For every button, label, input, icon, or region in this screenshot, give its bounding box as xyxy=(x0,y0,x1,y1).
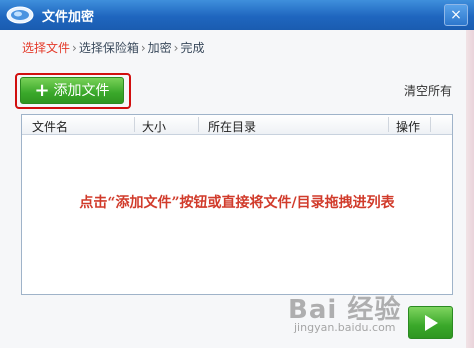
close-button[interactable]: × xyxy=(444,4,468,26)
step-separator: › xyxy=(140,41,146,55)
file-list-table[interactable]: 文件名 大小 所在目录 操作 点击“添加文件”按钮或直接将文件/目录拖拽进列表 xyxy=(21,114,453,295)
column-header-size[interactable]: 大小 xyxy=(142,118,166,135)
watermark-url: jingyan.baidu.com xyxy=(294,321,396,334)
step-select-file: 选择文件 xyxy=(22,41,71,55)
step-encrypt: 加密 xyxy=(147,41,172,55)
add-file-button[interactable]: + 添加文件 xyxy=(20,77,124,104)
step-breadcrumb: 选择文件 › 选择保险箱 › 加密 › 完成 xyxy=(22,39,205,56)
column-divider xyxy=(134,117,135,132)
app-logo-icon xyxy=(6,6,34,24)
window-edge-decoration xyxy=(466,30,474,348)
drop-hint-text: 点击“添加文件”按钮或直接将文件/目录拖拽进列表 xyxy=(79,195,395,211)
plus-icon: + xyxy=(34,80,50,101)
arrow-right-icon xyxy=(425,315,438,331)
column-header-directory[interactable]: 所在目录 xyxy=(208,118,256,135)
column-divider xyxy=(430,117,431,132)
step-select-vault: 选择保险箱 xyxy=(78,41,139,55)
column-header-action[interactable]: 操作 xyxy=(396,118,420,135)
file-encrypt-window: 文件加密 × 选择文件 › 选择保险箱 › 加密 › 完成 + 添加文件 清空所有 文件名 大… xyxy=(0,0,474,348)
column-divider xyxy=(198,117,199,132)
close-icon: × xyxy=(450,7,462,23)
clear-all-link[interactable]: 清空所有 xyxy=(404,82,452,99)
next-button[interactable] xyxy=(408,306,453,339)
step-done: 完成 xyxy=(180,41,205,55)
title-bar: 文件加密 × xyxy=(0,0,474,30)
table-header: 文件名 大小 所在目录 操作 xyxy=(22,115,452,135)
column-divider xyxy=(388,117,389,132)
step-separator: › xyxy=(72,41,77,55)
window-title: 文件加密 xyxy=(42,10,95,25)
column-header-filename[interactable]: 文件名 xyxy=(32,118,68,135)
add-file-label: 添加文件 xyxy=(53,83,110,99)
